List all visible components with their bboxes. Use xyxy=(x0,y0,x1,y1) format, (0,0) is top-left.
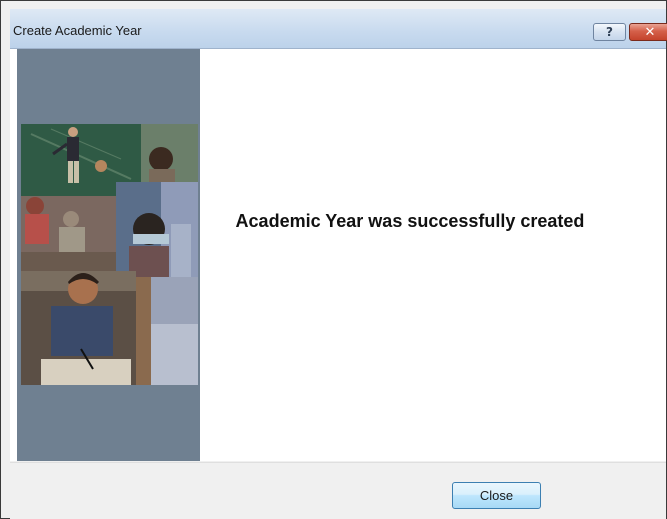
sidebar-panel xyxy=(17,49,200,461)
question-mark-icon: ? xyxy=(606,25,613,39)
close-icon: ✕ xyxy=(644,24,656,40)
close-button[interactable]: Close xyxy=(452,482,541,509)
title-bar[interactable]: Create Academic Year ? ✕ xyxy=(10,9,667,49)
dialog-content: Academic Year was successfully created xyxy=(10,49,666,461)
window-close-button[interactable]: ✕ xyxy=(629,23,667,41)
success-message: Academic Year was successfully created xyxy=(235,211,585,231)
education-collage-image xyxy=(21,124,198,385)
window-title: Create Academic Year xyxy=(13,23,142,38)
dialog-footer: Close xyxy=(10,462,666,519)
dialog-window: Create Academic Year ? ✕ Academic Year w… xyxy=(0,0,667,519)
help-button[interactable]: ? xyxy=(593,23,626,41)
